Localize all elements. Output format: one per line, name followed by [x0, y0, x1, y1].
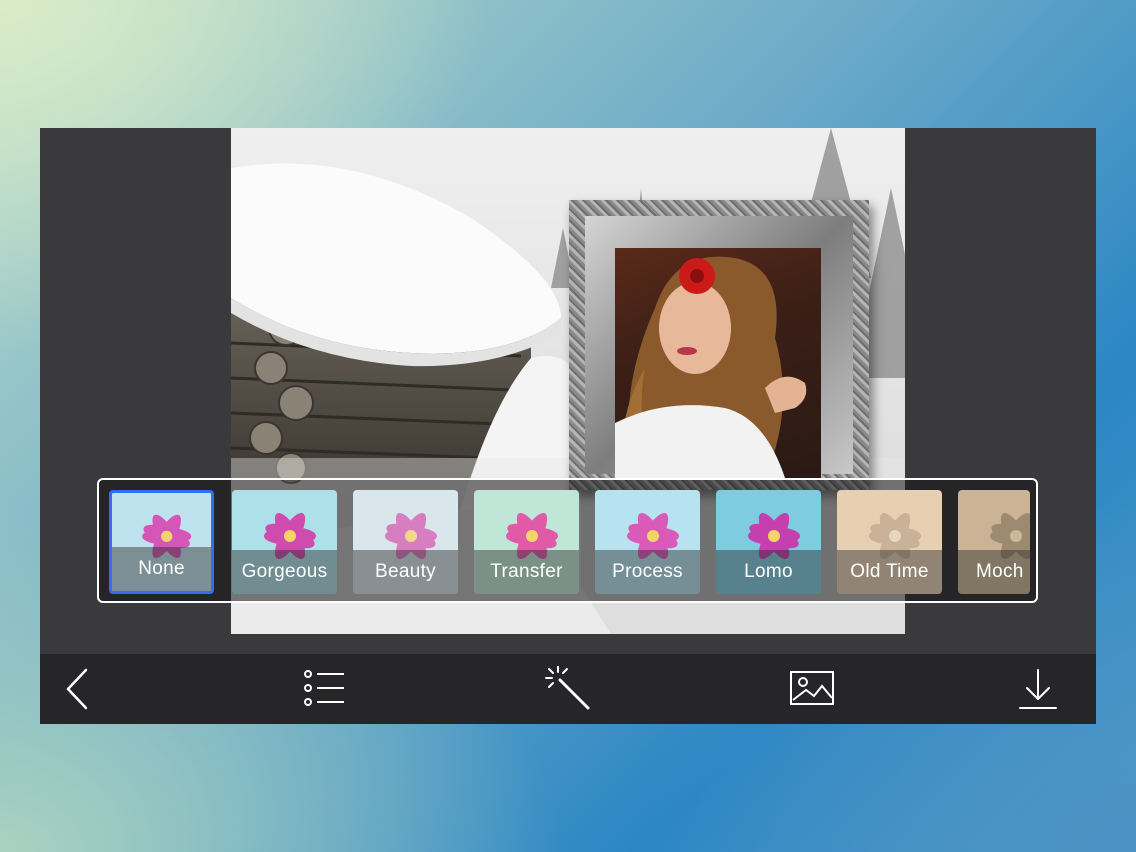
gallery-button[interactable] [788, 666, 836, 712]
filter-label: Transfer [474, 550, 579, 594]
picture-frame[interactable] [569, 200, 869, 490]
app-window: None Gorgeous Beauty Transfer Process Lo… [40, 128, 1096, 724]
filter-label: Beauty [353, 550, 458, 594]
portrait-photo[interactable] [615, 248, 821, 478]
filter-label: None [112, 547, 211, 591]
filter-label: Lomo [716, 550, 821, 594]
frame-list-icon [304, 670, 344, 706]
filter-label: Moch [958, 550, 1030, 594]
magic-wand-icon [545, 666, 590, 710]
filter-lomo[interactable]: Lomo [716, 490, 821, 594]
filter-process[interactable]: Process [595, 490, 700, 594]
effects-button[interactable] [544, 666, 592, 712]
filter-label: Process [595, 550, 700, 594]
filter-old-time[interactable]: Old Time [837, 490, 942, 594]
bottom-toolbar [40, 654, 1096, 724]
back-button[interactable] [54, 666, 102, 712]
filter-label: Old Time [837, 550, 942, 594]
save-button[interactable] [1014, 666, 1062, 712]
filter-transfer[interactable]: Transfer [474, 490, 579, 594]
filter-none[interactable]: None [109, 490, 214, 594]
filter-beauty[interactable]: Beauty [353, 490, 458, 594]
filter-strip[interactable]: None Gorgeous Beauty Transfer Process Lo… [97, 478, 1038, 603]
back-chevron-icon [66, 668, 88, 710]
filter-mocha[interactable]: Moch [958, 490, 1030, 594]
filter-gorgeous[interactable]: Gorgeous [232, 490, 337, 594]
download-icon [1019, 669, 1057, 709]
gallery-image-icon [790, 671, 834, 705]
frames-button[interactable] [300, 666, 348, 712]
filter-label: Gorgeous [232, 550, 337, 594]
